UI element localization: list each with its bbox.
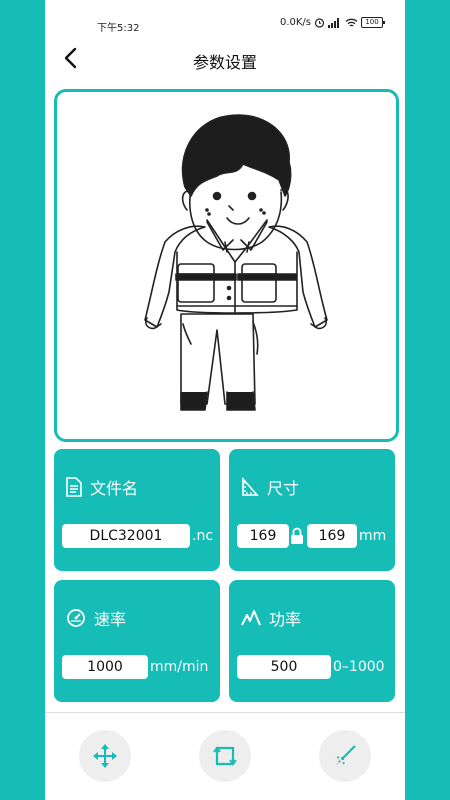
app-screen: 下午5:32 0.0K/s 100 参数设置 文件名 DLC32001 .nc … [45,0,405,800]
power-card: 功率 500 0–1000 [229,580,395,702]
file-card: 文件名 DLC32001 .nc [54,449,220,571]
wifi-icon [345,18,358,27]
status-time: 下午5:32 [97,23,140,34]
size-label: 尺寸 [267,479,300,498]
divider [45,712,405,713]
power-wave-icon [241,610,261,626]
signal-icon [328,17,339,28]
speedometer-icon [67,609,85,627]
laser-icon [334,745,356,767]
speed-input[interactable]: 1000 [62,655,148,679]
ruler-icon [242,477,259,496]
status-icons: 0.0K/s 100 [279,17,385,28]
move-button[interactable] [79,730,131,782]
file-label: 文件名 [90,479,139,498]
file-name-input[interactable]: DLC32001 [62,524,190,548]
page-title: 参数设置 [192,53,257,72]
move-icon [93,744,117,768]
battery-icon: 100 [361,17,385,28]
speed-label: 速率 [94,610,127,629]
size-height-input[interactable]: 169 [307,524,357,548]
file-extension: .nc [192,528,214,544]
rotate-icon [213,746,237,766]
boy-drawing [144,114,328,411]
status-bar: 下午5:32 0.0K/s 100 [45,0,405,44]
lock-icon[interactable] [290,527,304,545]
alarm-icon [314,18,325,28]
size-unit: mm [359,528,387,544]
laser-button[interactable] [319,730,371,782]
size-width-input[interactable]: 169 [237,524,289,548]
power-label: 功率 [269,610,302,629]
speed-card: 速率 1000 mm/min [54,580,220,702]
power-range: 0–1000 [333,659,385,675]
size-card: 尺寸 169 169 mm [229,449,395,571]
power-input[interactable]: 500 [237,655,331,679]
speed-unit: mm/min [150,659,209,675]
file-icon [66,477,82,497]
rotate-button[interactable] [199,730,251,782]
net-speed: 0.0K/s [279,17,311,28]
image-preview [54,89,399,442]
header: 参数设置 [45,40,405,76]
